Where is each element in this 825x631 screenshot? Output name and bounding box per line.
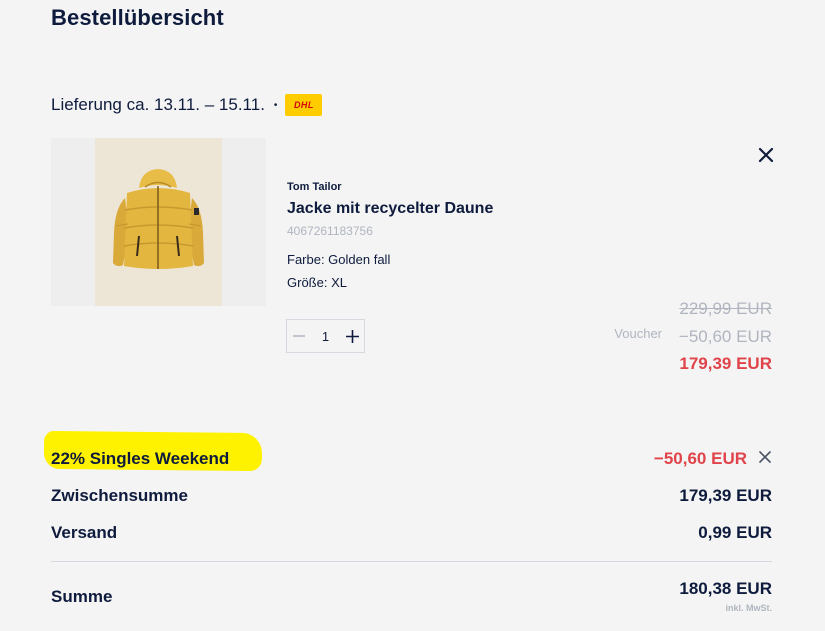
dhl-logo-text: DHL [293,100,314,110]
jacket-illustration [113,169,204,269]
quantity-stepper[interactable]: 1 [286,319,365,353]
subtotal-label: Zwischensumme [51,486,188,505]
decrease-quantity-button[interactable] [287,320,311,352]
minus-icon [293,335,305,337]
remove-promo-close-icon[interactable] [757,449,773,465]
product-name[interactable]: Jacke mit recycelter Daune [287,200,493,218]
tax-note: inkl. MwSt. [725,603,772,613]
page-title: Bestellübersicht [51,5,224,30]
delivery-separator: • [273,99,278,111]
product-size: Größe: XL [287,275,347,290]
remove-item-close-icon[interactable] [754,143,778,167]
delivery-info: Lieferung ca. 13.11. – 15.11. • DHL [51,94,323,116]
increase-quantity-button[interactable] [340,320,364,352]
product-brand[interactable]: Tom Tailor [287,181,342,193]
total-label: Summe [51,587,113,606]
promo-label: 22% Singles Weekend [51,449,230,468]
promo-value: −50,60 EUR [653,449,747,468]
delivery-date: Lieferung ca. 13.11. – 15.11. [51,95,265,114]
shipping-value: 0,99 EUR [698,523,772,542]
summary-divider [51,561,772,562]
total-value: 180,38 EUR [679,579,772,598]
final-price: 179,39 EUR [679,354,772,373]
plus-icon [345,329,359,343]
product-ean: 4067261183756 [287,224,373,238]
quantity-value[interactable]: 1 [311,329,340,344]
shipping-label: Versand [51,523,118,542]
original-price: 229,99 EUR [679,299,772,318]
product-image[interactable] [51,138,266,306]
product-color: Farbe: Golden fall [287,252,391,267]
yellow-jacket-image [95,138,222,306]
subtotal-value: 179,39 EUR [679,486,772,505]
voucher-value: −50,60 EUR [678,327,772,346]
dhl-logo-icon: DHL [285,94,323,116]
voucher-label: Voucher [614,326,662,341]
